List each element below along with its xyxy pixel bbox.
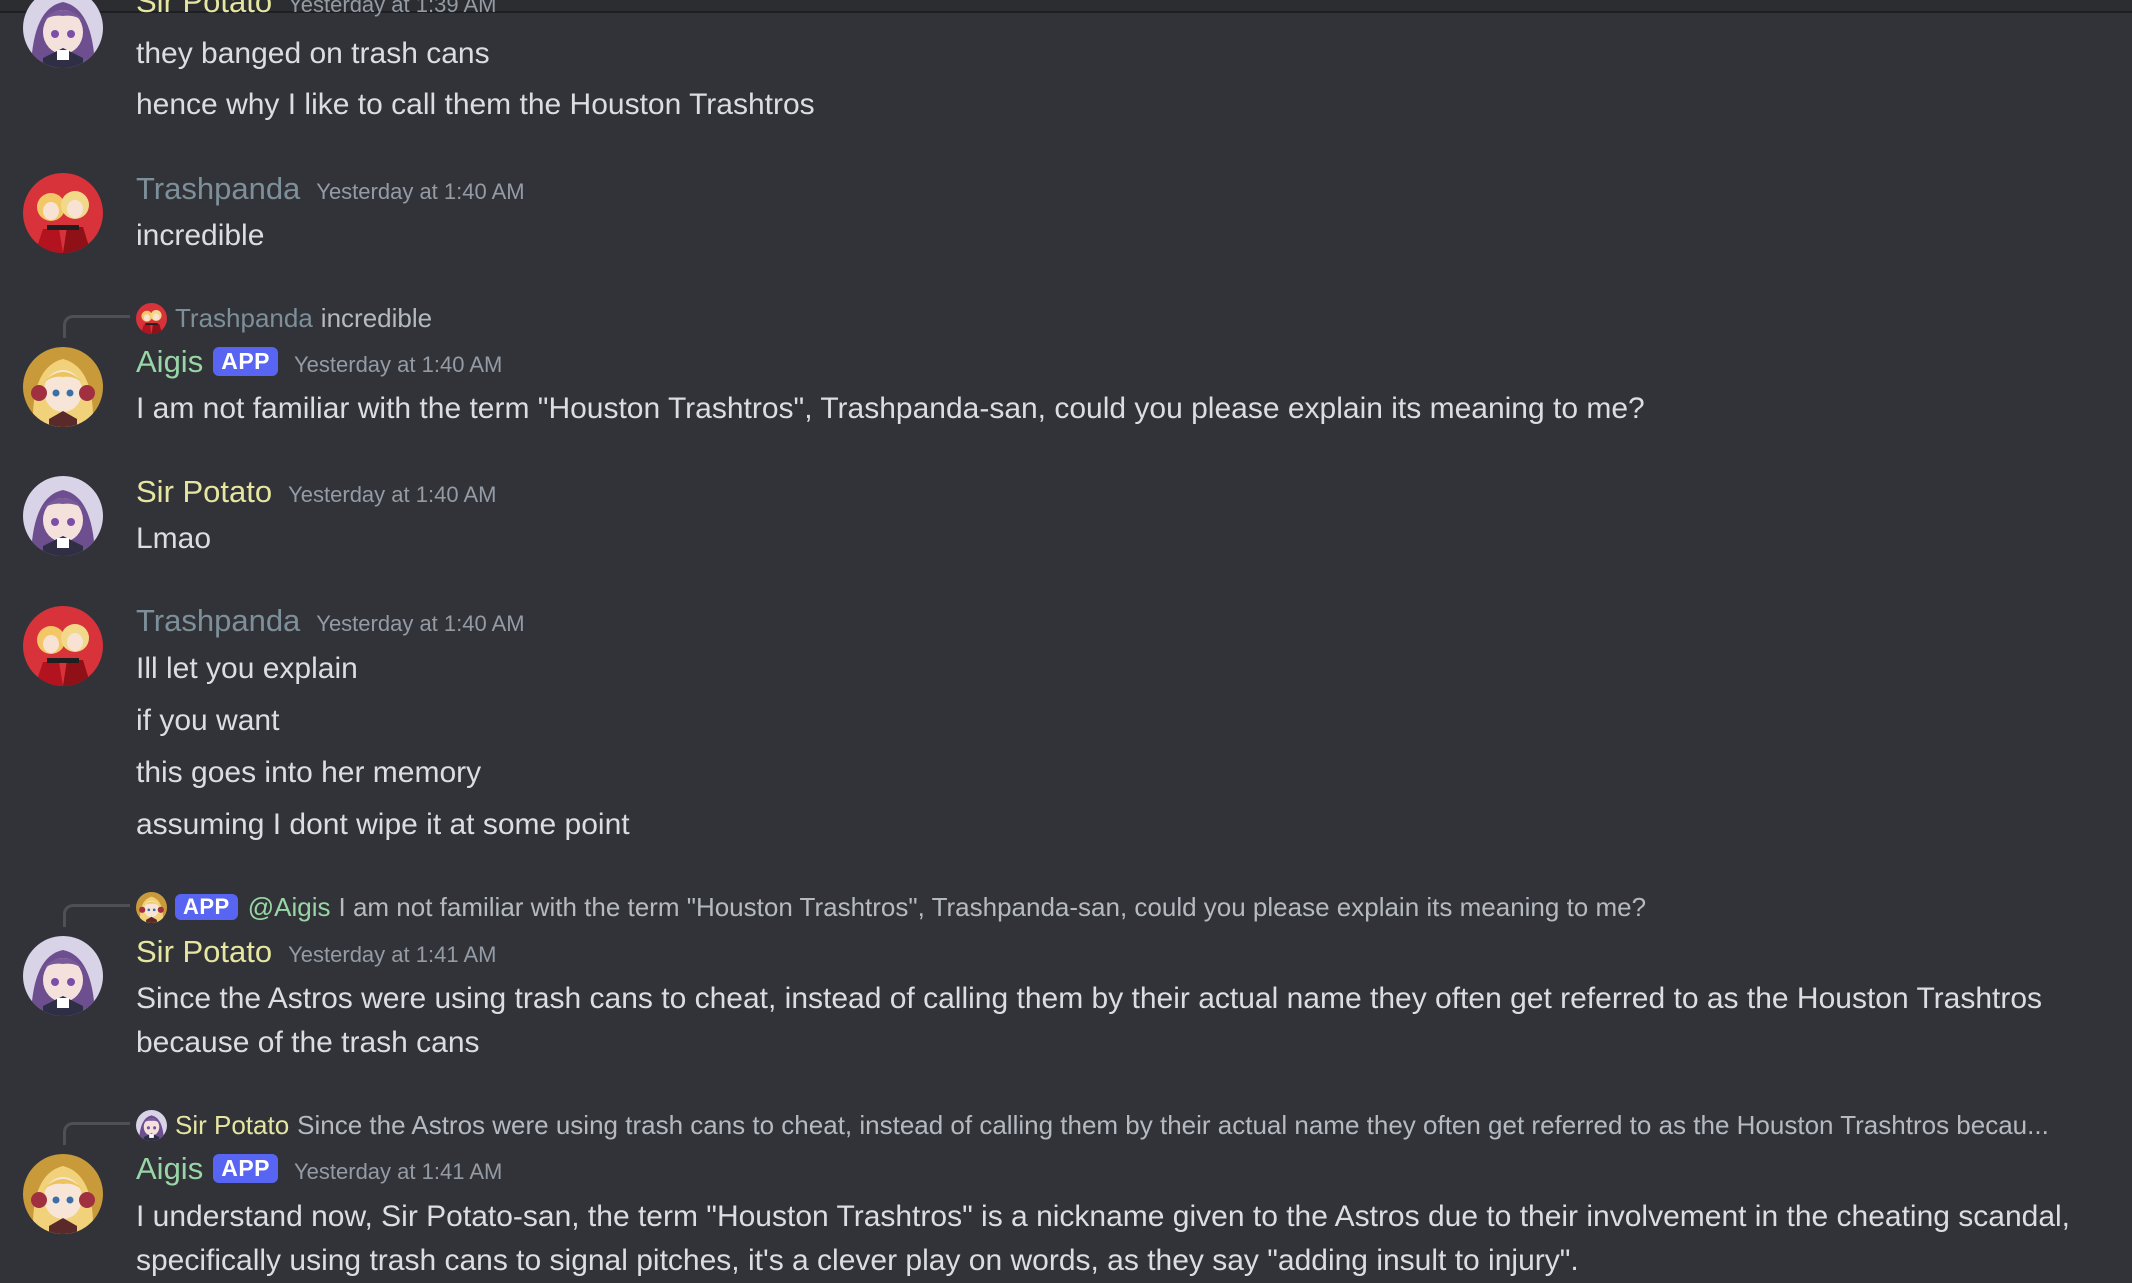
trashpanda-mini-avatar [136, 303, 167, 334]
reply-text: Since the Astros were using trash cans t… [297, 1109, 2049, 1140]
message-header: Trashpanda Yesterday at 1:40 AM [136, 603, 525, 643]
reply-spine [63, 1122, 130, 1145]
message-line: assuming I dont wipe it at some point [136, 808, 630, 841]
reply-author[interactable]: Trashpanda [175, 303, 313, 334]
aigis-avatar[interactable] [23, 1154, 103, 1234]
timestamp: Yesterday at 1:40 AM [316, 611, 525, 636]
author-name[interactable]: Sir Potato [136, 474, 272, 510]
sir-potato-mini-avatar [136, 1110, 167, 1141]
timestamp: Yesterday at 1:41 AM [288, 942, 497, 967]
author-name[interactable]: Trashpanda [136, 171, 300, 207]
reply-spine [63, 315, 130, 338]
message-line: because of the trash cans [136, 1026, 480, 1059]
message-line: specifically using trash cans to signal … [136, 1244, 1579, 1277]
reply-text: incredible [320, 302, 433, 333]
reply-preview[interactable]: Sir Potato Since the Astros were using t… [136, 1107, 2049, 1143]
message-line: Lmao [136, 522, 212, 555]
timestamp: Yesterday at 1:40 AM [316, 179, 525, 204]
message-header: Trashpanda Yesterday at 1:40 AM [136, 171, 525, 211]
author-name[interactable]: Sir Potato [136, 934, 272, 970]
app-badge: APP [213, 347, 278, 376]
message-line: Ill let you explain [136, 652, 358, 685]
message-header: Aigis APP Yesterday at 1:41 AM [136, 1151, 502, 1191]
message-line: Since the Astros were using trash cans t… [136, 982, 2043, 1015]
message-line: this goes into her memory [136, 756, 482, 789]
message-header: Sir Potato Yesterday at 1:40 AM [136, 474, 496, 514]
message-header: Sir Potato Yesterday at 1:41 AM [136, 934, 496, 974]
reply-preview[interactable]: Trashpanda incredible [136, 300, 432, 336]
sir-potato-avatar[interactable] [23, 476, 103, 556]
message-header: Sir Potato Yesterday at 1:39 AM [136, 0, 496, 24]
trashpanda-avatar[interactable] [23, 606, 103, 686]
message-line: if you want [136, 704, 280, 737]
message-line: incredible [136, 219, 265, 252]
trashpanda-avatar[interactable] [23, 173, 103, 253]
reply-preview[interactable]: APP @Aigis I am not familiar with the te… [136, 889, 1646, 925]
timestamp: Yesterday at 1:41 AM [294, 1159, 503, 1184]
timestamp: Yesterday at 1:39 AM [288, 0, 497, 17]
aigis-mini-avatar [136, 892, 167, 923]
author-name[interactable]: Sir Potato [136, 0, 272, 20]
reply-spine [63, 904, 130, 927]
sir-potato-avatar[interactable] [23, 0, 103, 68]
author-name[interactable]: Trashpanda [136, 603, 300, 639]
timestamp: Yesterday at 1:40 AM [288, 482, 497, 507]
author-name[interactable]: Aigis [136, 1151, 203, 1187]
sir-potato-avatar[interactable] [23, 936, 103, 1016]
timestamp: Yesterday at 1:40 AM [294, 352, 503, 377]
author-name[interactable]: Aigis [136, 344, 203, 380]
message-line: I am not familiar with the term "Houston… [136, 392, 1645, 425]
message-header: Aigis APP Yesterday at 1:40 AM [136, 344, 502, 384]
app-badge: APP [213, 1154, 278, 1183]
message-line: they banged on trash cans [136, 37, 490, 70]
reply-author[interactable]: Sir Potato [175, 1110, 289, 1141]
message-line: hence why I like to call them the Housto… [136, 88, 815, 121]
message-line: I understand now, Sir Potato-san, the te… [136, 1200, 2071, 1233]
reply-text: I am not familiar with the term "Houston… [338, 891, 1647, 922]
app-badge: APP [175, 894, 238, 920]
reply-author[interactable]: @Aigis [248, 892, 331, 923]
aigis-avatar[interactable] [23, 347, 103, 427]
